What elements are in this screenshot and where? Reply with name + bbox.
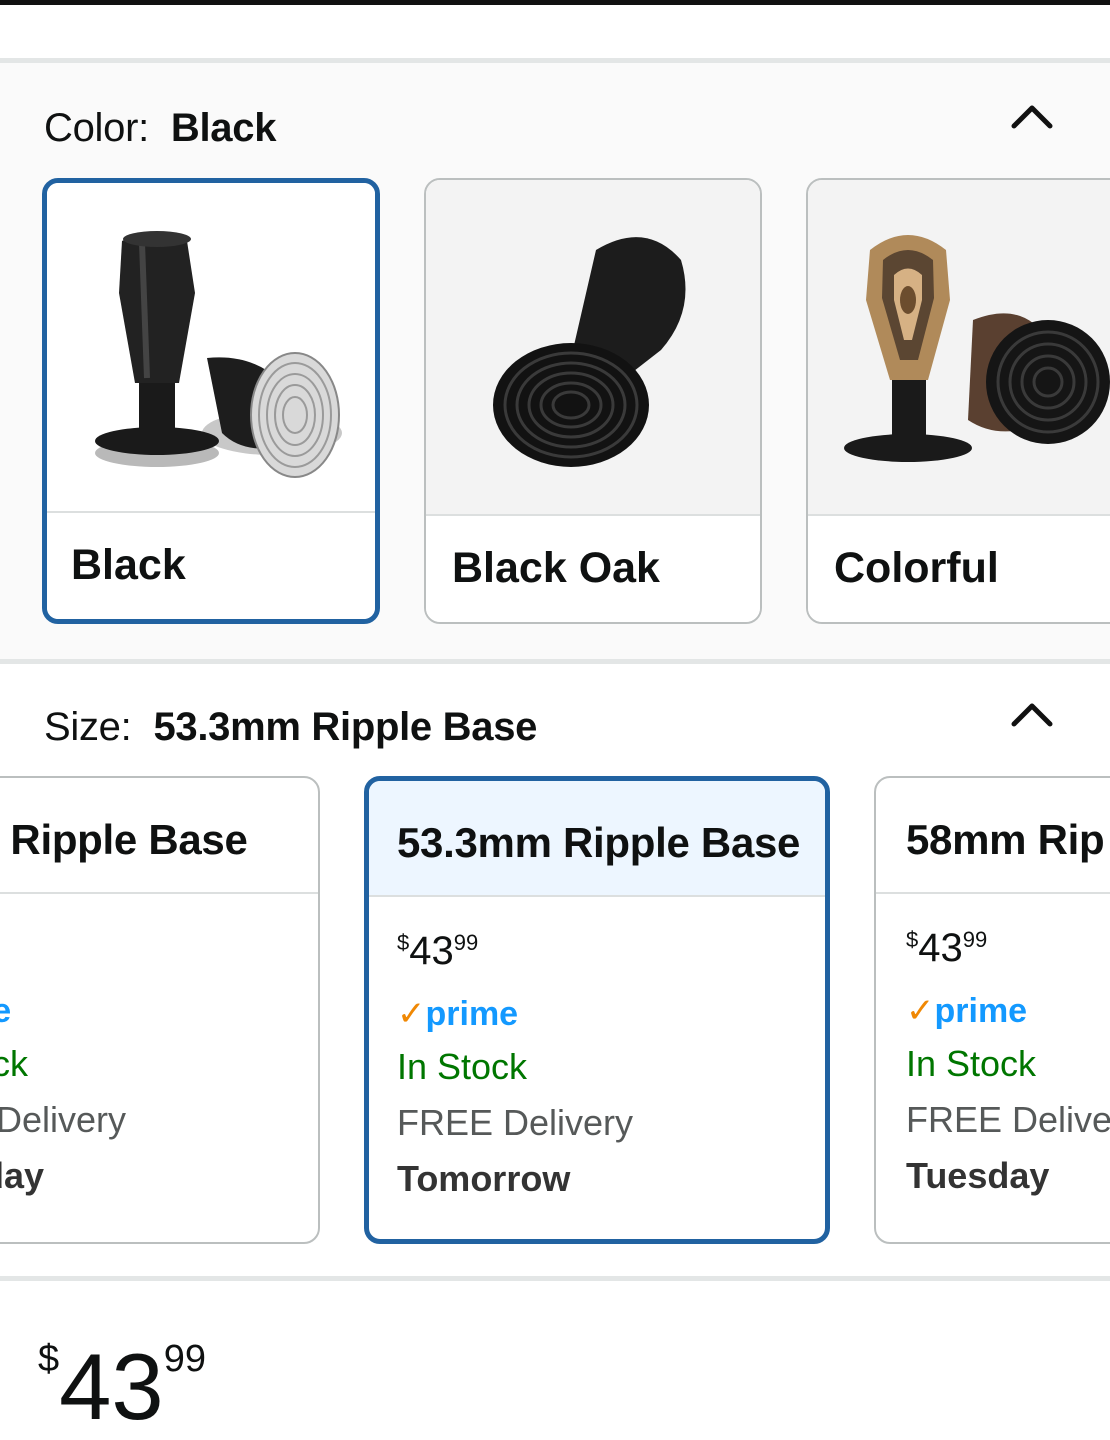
top-border: [0, 0, 1110, 5]
color-option-black-oak[interactable]: Black Oak: [424, 178, 762, 624]
size-option-label: m Ripple Base: [0, 778, 318, 894]
size-option-details: $4399 ✓prime In Stock FREE Delive Tuesda…: [906, 928, 1110, 1194]
delivery-day: Tuesday: [906, 1155, 1050, 1196]
delivery-day: sday: [0, 1155, 45, 1196]
divider: [0, 1276, 1110, 1281]
size-selector-title: Size: 53.3mm Ripple Base: [44, 705, 537, 750]
price-whole: 43: [59, 1334, 164, 1439]
delivery-text: E Delivery: [0, 1099, 127, 1140]
size-option-label: 58mm Rip: [876, 778, 1110, 894]
size-option-card[interactable]: m Ripple Base 99 me tock E Delivery sday: [0, 776, 320, 1244]
color-option-label: Colorful: [808, 514, 1110, 622]
prime-badge: ✓prime: [906, 992, 1028, 1030]
prime-badge: me: [0, 994, 126, 1028]
size-option-card[interactable]: 58mm Rip $4399 ✓prime In Stock FREE Deli…: [874, 776, 1110, 1244]
size-label: Size:: [44, 705, 132, 749]
delivery-text: FREE Delivery: [397, 1102, 634, 1143]
tamper-black-image: [95, 231, 342, 478]
size-option-label: 53.3mm Ripple Base: [369, 781, 825, 897]
chevron-up-icon[interactable]: [1010, 694, 1054, 738]
price-currency: $: [38, 1338, 60, 1380]
color-selector-title: Color: Black: [44, 106, 276, 151]
size-selected-value: 53.3mm Ripple Base: [153, 705, 538, 749]
color-option-colorful[interactable]: Colorful: [806, 178, 1110, 624]
stock-status: tock: [0, 1043, 29, 1084]
color-selected-value: Black: [170, 106, 277, 150]
prime-check-icon: ✓: [397, 995, 426, 1033]
color-option-image: [426, 180, 760, 517]
color-option-label: Black Oak: [426, 514, 760, 622]
tamper-black-oak-image: [493, 237, 686, 467]
color-option-image: [808, 180, 1110, 517]
tamper-colorful-image: [844, 235, 1110, 462]
prime-badge: ✓prime: [397, 995, 519, 1033]
stock-status: In Stock: [906, 1043, 1037, 1084]
prime-check-icon: ✓: [906, 992, 935, 1030]
divider: [0, 659, 1110, 664]
delivery-text: FREE Delive: [906, 1099, 1110, 1140]
size-option-price: $4399: [397, 929, 479, 973]
size-option-details: 99 me tock E Delivery sday: [0, 928, 126, 1194]
product-price: $4399: [38, 1340, 206, 1434]
color-option-image: [47, 183, 375, 516]
size-option-price: $4399: [906, 926, 988, 970]
size-option-price: 99: [0, 928, 126, 968]
chevron-up-icon[interactable]: [1010, 96, 1054, 140]
price-fraction: 99: [163, 1338, 206, 1380]
stock-status: In Stock: [397, 1046, 528, 1087]
color-option-label: Black: [47, 511, 375, 619]
color-label: Color:: [44, 106, 149, 150]
size-option-details: $4399 ✓prime In Stock FREE Delivery Tomo…: [397, 931, 633, 1197]
color-option-black[interactable]: Black: [42, 178, 380, 624]
delivery-day: Tomorrow: [397, 1158, 571, 1199]
size-option-card-selected[interactable]: 53.3mm Ripple Base $4399 ✓prime In Stock…: [364, 776, 830, 1244]
